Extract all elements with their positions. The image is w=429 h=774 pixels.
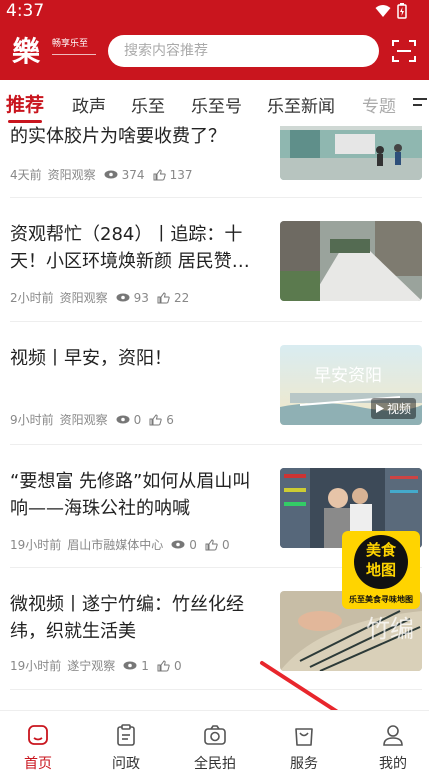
news-thumbnail: 早安资阳 视频 [280,345,422,425]
thumbnail-text: 早安资阳 [314,366,382,386]
feed-divider [10,444,422,445]
nav-home-label: 首页 [24,756,52,772]
eye-icon [123,661,137,670]
food-map-float-button[interactable]: 美食 地图 乐至美食寻味地图 [342,531,420,609]
news-time: 2小时前 [10,291,54,305]
clipboard-icon [117,724,135,746]
person-icon [383,725,403,746]
status-time: 4:37 [6,1,45,21]
tab-lezhi-hao[interactable]: 乐至号 [191,92,242,117]
view-count: 0 [189,537,197,552]
tab-recommend[interactable]: 推荐 [6,90,44,123]
news-source: 遂宁观察 [67,659,116,673]
thumbs-up-icon [157,659,170,671]
news-meta: 9小时前 资阳观察 0 6 [10,411,174,428]
thumbs-up-icon [149,413,162,425]
news-title: “要想富 先修路”如何从眉山叫响——海珠公社的呐喊 [10,471,251,519]
news-title: 视频丨早安，资阳！ [10,348,172,369]
feed-divider [10,321,422,322]
news-time: 4天前 [10,168,42,182]
news-source: 眉山市融媒体中心 [67,538,164,552]
nav-mine[interactable]: 我的 [353,711,429,774]
news-meta: 4天前 资阳观察 374 137 [10,166,192,183]
wifi-icon [375,5,391,17]
news-feed: 的实体胶片为啥要收费了？ 4天前 资阳观察 374 137 资观帮忙（284）丨… [0,126,429,710]
like-count: 0 [173,658,182,673]
view-count: 93 [133,290,149,305]
news-title: 的实体胶片为啥要收费了？ [10,126,226,147]
tab-menu-icon[interactable] [410,94,429,110]
home-icon [28,725,48,745]
scan-icon[interactable] [391,38,417,64]
news-thumbnail [280,126,422,180]
app-logo: 樂 畅享乐至 [12,30,96,70]
thumbs-up-icon [153,168,166,180]
bag-icon [295,728,313,746]
tab-special[interactable]: 专题 [362,92,396,117]
like-count: 0 [221,537,230,552]
camera-icon [204,725,226,745]
nav-quanminpai[interactable]: 全民拍 [175,711,255,774]
nav-wenzheng-label: 问政 [112,756,140,772]
like-count: 137 [169,167,193,182]
tab-lezhi-news[interactable]: 乐至新闻 [267,92,335,117]
eye-icon [171,540,185,549]
play-icon [375,404,384,413]
news-meta: 19小时前 遂宁观察 1 0 [10,657,182,674]
view-count: 374 [121,167,145,182]
feed-divider [10,689,422,690]
news-meta: 2小时前 资阳观察 93 22 [10,289,189,306]
news-time: 9小时前 [10,413,54,427]
news-thumbnail [280,221,422,301]
like-count: 6 [166,412,174,427]
float-ad-line1: 美食 [365,541,396,559]
thumbnail-text: 竹编 [366,615,414,643]
view-count: 1 [141,658,149,673]
thumbs-up-icon [157,291,170,303]
channel-tabs: 推荐 政声 乐至 乐至号 乐至新闻 专题 [0,80,429,126]
bottom-navigation: 首页 问政 全民拍 服务 我的 [0,710,429,774]
news-source: 资阳观察 [47,168,96,182]
nav-service[interactable]: 服务 [264,711,344,774]
float-ad-caption: 乐至美食寻味地图 [349,595,413,604]
news-title: 微视频丨遂宁竹编：竹丝化经纬，织就生活美 [10,594,244,642]
feed-divider [10,197,422,198]
news-title: 资观帮忙（284）丨追踪：十天！小区环境焕新颜 居民赞… [10,224,250,272]
news-meta: 19小时前 眉山市融媒体中心 0 0 [10,536,230,553]
news-time: 19小时前 [10,659,62,673]
app-header: 4:37 樂 畅享乐至 搜索内容推荐 [0,0,429,80]
eye-icon [116,293,130,302]
tab-zhengsheng[interactable]: 政声 [72,92,106,117]
thumbs-up-icon [205,538,218,550]
news-source: 资阳观察 [59,413,108,427]
search-input[interactable]: 搜索内容推荐 [108,35,379,67]
nav-mine-label: 我的 [379,756,407,772]
view-count: 0 [133,412,142,427]
eye-icon [116,415,130,424]
nav-home[interactable]: 首页 [0,711,78,774]
status-bar: 4:37 [0,0,429,24]
video-badge-label: 视频 [386,402,411,416]
eye-icon [104,170,118,179]
battery-icon [397,3,407,19]
system-icons [375,3,407,19]
news-source: 资阳观察 [59,291,108,305]
like-count: 22 [173,290,190,305]
video-badge: 视频 [370,398,416,419]
nav-quanminpai-label: 全民拍 [194,756,236,772]
news-time: 19小时前 [10,538,62,552]
tab-lezhi[interactable]: 乐至 [131,92,165,117]
float-ad-line2: 地图 [365,561,396,579]
nav-service-label: 服务 [290,756,318,772]
nav-wenzheng[interactable]: 问政 [86,711,166,774]
